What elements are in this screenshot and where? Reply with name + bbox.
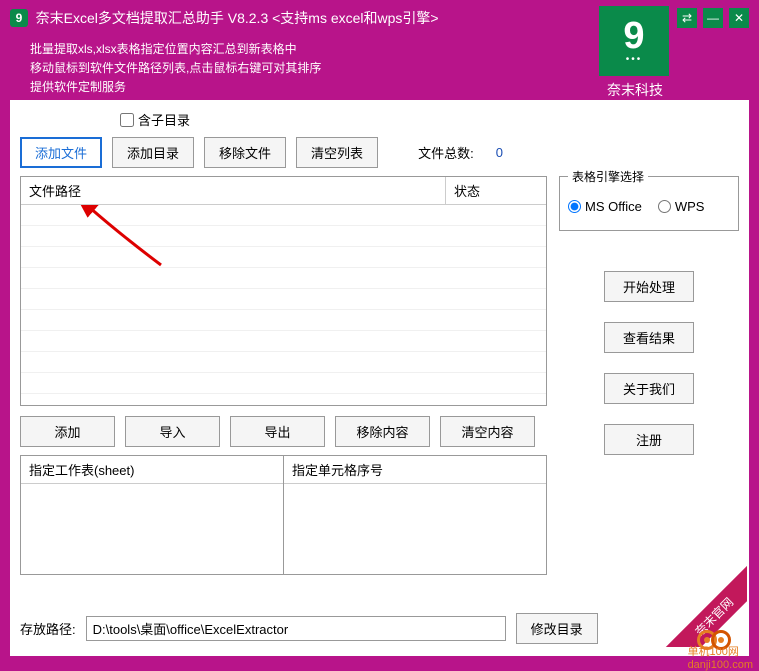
- start-button[interactable]: 开始处理: [604, 271, 694, 302]
- ms-office-radio[interactable]: MS Office: [568, 199, 642, 214]
- file-table-header: 文件路径 状态: [21, 177, 546, 205]
- clear-list-button[interactable]: 清空列表: [296, 137, 378, 168]
- app-icon: 9: [10, 9, 28, 27]
- main-area: 文件路径 状态 添加 导入 导出 移除内容 清空内容: [20, 176, 739, 575]
- engine-title: 表格引擎选择: [568, 168, 648, 185]
- ms-radio-input[interactable]: [568, 200, 581, 213]
- desc-line: 移动鼠标到软件文件路径列表,点击鼠标右键可对其排序: [30, 59, 677, 78]
- file-table[interactable]: 文件路径 状态: [20, 176, 547, 406]
- add-dir-button[interactable]: 添加目录: [112, 137, 194, 168]
- file-table-body[interactable]: [21, 205, 546, 405]
- cell-column[interactable]: 指定单元格序号: [284, 456, 546, 574]
- titlebar-left: 9 奈末Excel多文档提取汇总助手 V8.2.3 <支持ms excel和wp…: [10, 8, 677, 98]
- save-path-input[interactable]: [86, 616, 506, 641]
- ms-label: MS Office: [585, 199, 642, 214]
- minimize-button[interactable]: —: [703, 8, 723, 28]
- content-area: 含子目录 添加文件 添加目录 移除文件 清空列表 文件总数: 0 文件路径 状态: [10, 100, 749, 656]
- titlebar: 9 奈末Excel多文档提取汇总助手 V8.2.3 <支持ms excel和wp…: [0, 0, 759, 100]
- subdir-label: 含子目录: [138, 110, 190, 129]
- app-window: 9 奈末Excel多文档提取汇总助手 V8.2.3 <支持ms excel和wp…: [0, 0, 759, 671]
- wps-radio[interactable]: WPS: [658, 199, 705, 214]
- clear-content-button[interactable]: 清空内容: [440, 416, 535, 447]
- sheets-box: 指定工作表(sheet) 指定单元格序号: [20, 455, 547, 575]
- save-path-row: 存放路径: 修改目录: [20, 613, 739, 644]
- remove-file-button[interactable]: 移除文件: [204, 137, 286, 168]
- sheet-header: 指定工作表(sheet): [21, 456, 283, 484]
- engine-groupbox: 表格引擎选择 MS Office WPS: [559, 176, 739, 231]
- wps-label: WPS: [675, 199, 705, 214]
- subdir-checkbox-input[interactable]: [120, 113, 134, 127]
- col-path-header[interactable]: 文件路径: [21, 177, 446, 204]
- pin-button[interactable]: ⇄: [677, 8, 697, 28]
- remove-content-button[interactable]: 移除内容: [335, 416, 430, 447]
- desc-line: 批量提取xls,xlsx表格指定位置内容汇总到新表格中: [30, 40, 677, 59]
- app-title: 奈末Excel多文档提取汇总助手 V8.2.3 <支持ms excel和wps引…: [36, 10, 439, 26]
- file-count-label: 文件总数:: [418, 143, 474, 162]
- import-button[interactable]: 导入: [125, 416, 220, 447]
- register-button[interactable]: 注册: [604, 424, 694, 455]
- about-button[interactable]: 关于我们: [604, 373, 694, 404]
- watermark-text: 单机100网 danji100.com: [688, 643, 753, 671]
- col-status-header[interactable]: 状态: [446, 177, 546, 204]
- subdir-row: 含子目录: [120, 110, 739, 129]
- view-result-button[interactable]: 查看结果: [604, 322, 694, 353]
- file-button-row: 添加文件 添加目录 移除文件 清空列表 文件总数: 0: [20, 137, 739, 168]
- window-controls: ⇄ — ✕: [677, 8, 749, 34]
- action-buttons: 开始处理 查看结果 关于我们 注册: [559, 271, 739, 455]
- save-path-label: 存放路径:: [20, 619, 76, 638]
- mid-button-row: 添加 导入 导出 移除内容 清空内容: [20, 416, 547, 447]
- sheet-column[interactable]: 指定工作表(sheet): [21, 456, 284, 574]
- add-file-button[interactable]: 添加文件: [20, 137, 102, 168]
- close-button[interactable]: ✕: [729, 8, 749, 28]
- cell-header: 指定单元格序号: [284, 456, 546, 484]
- modify-dir-button[interactable]: 修改目录: [516, 613, 598, 644]
- brand-logo: 9 •••: [599, 6, 669, 76]
- add-button[interactable]: 添加: [20, 416, 115, 447]
- file-count-value: 0: [496, 145, 503, 160]
- app-description: 批量提取xls,xlsx表格指定位置内容汇总到新表格中 移动鼠标到软件文件路径列…: [10, 40, 677, 98]
- annotation-arrow-icon: [71, 205, 191, 295]
- logo-nine-icon: 9: [623, 17, 644, 55]
- engine-radio-row: MS Office WPS: [568, 199, 730, 214]
- left-column: 文件路径 状态 添加 导入 导出 移除内容 清空内容: [20, 176, 547, 575]
- right-column: 表格引擎选择 MS Office WPS 开始处理 查看结果: [559, 176, 739, 575]
- include-subdir-checkbox[interactable]: 含子目录: [120, 110, 190, 129]
- brand-name: 奈末科技: [607, 80, 663, 100]
- desc-line: 提供软件定制服务: [30, 78, 677, 97]
- logo-dots-icon: •••: [626, 55, 643, 65]
- wps-radio-input[interactable]: [658, 200, 671, 213]
- export-button[interactable]: 导出: [230, 416, 325, 447]
